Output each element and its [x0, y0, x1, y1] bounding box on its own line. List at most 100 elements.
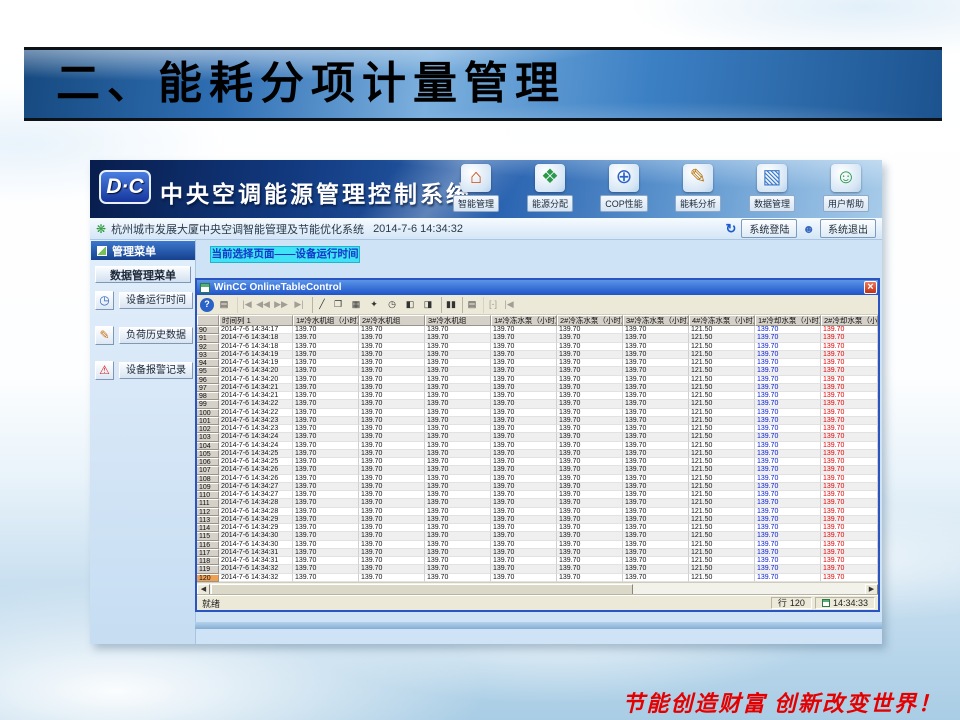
sidebar-submenu-button[interactable]: 数据管理菜单 — [95, 266, 191, 283]
row-number[interactable]: 118 — [197, 557, 219, 565]
column-header[interactable]: 2#冷水机组 — [359, 315, 425, 326]
table-row[interactable]: 922014-7-6 14:34:18139.70139.70139.70139… — [197, 343, 878, 351]
row-number[interactable]: 112 — [197, 508, 219, 516]
row-number[interactable]: 92 — [197, 343, 219, 351]
table-row[interactable]: 992014-7-6 14:34:22139.70139.70139.70139… — [197, 400, 878, 408]
help-icon[interactable]: ? — [200, 298, 214, 312]
row-number[interactable]: 93 — [197, 351, 219, 359]
column-header[interactable]: 3#冷冻水泵（小时） — [623, 315, 689, 326]
row-number[interactable]: 107 — [197, 466, 219, 474]
scrollbar-thumb[interactable] — [211, 584, 633, 595]
column-header[interactable]: 时间列 1 — [219, 315, 293, 326]
table-row[interactable]: 972014-7-6 14:34:21139.70139.70139.70139… — [197, 384, 878, 392]
row-number[interactable]: 94 — [197, 359, 219, 367]
table-row[interactable]: 1102014-7-6 14:34:27139.70139.70139.7013… — [197, 491, 878, 499]
close-icon[interactable]: × — [864, 281, 877, 294]
row-number[interactable]: 117 — [197, 549, 219, 557]
sidebar-item-device-alarm[interactable]: ⚠设备报警记录 — [95, 360, 193, 380]
copy-icon[interactable]: ❐ — [330, 297, 346, 313]
nav-item-能源分配[interactable]: ❖能源分配 — [520, 164, 580, 212]
table-row[interactable]: 1022014-7-6 14:34:23139.70139.70139.7013… — [197, 425, 878, 433]
row-number[interactable]: 104 — [197, 442, 219, 450]
row-number[interactable]: 110 — [197, 491, 219, 499]
table-row[interactable]: 952014-7-6 14:34:20139.70139.70139.70139… — [197, 367, 878, 375]
row-number[interactable]: 100 — [197, 409, 219, 417]
column-select-icon[interactable]: ▦ — [348, 297, 364, 313]
row-number[interactable]: 120 — [197, 574, 219, 582]
row-number[interactable]: 95 — [197, 367, 219, 375]
import-data-icon[interactable]: ◨ — [420, 297, 436, 313]
table-row[interactable]: 1062014-7-6 14:34:25139.70139.70139.7013… — [197, 458, 878, 466]
table-row[interactable]: 962014-7-6 14:34:20139.70139.70139.70139… — [197, 376, 878, 384]
nav-item-能耗分析[interactable]: ✎能耗分析 — [668, 164, 728, 212]
sidebar-item-load-history[interactable]: ✎负荷历史数据 — [95, 325, 193, 345]
window-titlebar[interactable]: WinCC OnlineTableControl × — [197, 280, 878, 295]
row-number[interactable]: 97 — [197, 384, 219, 392]
column-header[interactable]: 2#冷却水泵（小时） — [821, 315, 878, 326]
sidebar-item-device-runtime[interactable]: ◷设备运行时间 — [95, 290, 193, 310]
time-range-icon[interactable]: ◷ — [384, 297, 400, 313]
export-data-icon[interactable]: ◧ — [402, 297, 418, 313]
row-number[interactable]: 119 — [197, 565, 219, 573]
row-number[interactable]: 105 — [197, 450, 219, 458]
archive-icon[interactable]: ✦ — [366, 297, 382, 313]
table-row[interactable]: 1162014-7-6 14:34:30139.70139.70139.7013… — [197, 541, 878, 549]
row-number[interactable]: 103 — [197, 433, 219, 441]
login-button[interactable]: 系统登陆 — [741, 219, 797, 238]
table-row[interactable]: 1192014-7-6 14:34:32139.70139.70139.7013… — [197, 565, 878, 573]
table-row[interactable]: 932014-7-6 14:34:19139.70139.70139.70139… — [197, 351, 878, 359]
nav-item-智能管理[interactable]: ⌂智能管理 — [446, 164, 506, 212]
table-row[interactable]: 902014-7-6 14:34:17139.70139.70139.70139… — [197, 326, 878, 334]
row-number[interactable]: 111 — [197, 499, 219, 507]
logout-button[interactable]: 系统退出 — [820, 219, 876, 238]
row-number[interactable]: 98 — [197, 392, 219, 400]
row-number[interactable]: 101 — [197, 417, 219, 425]
row-number[interactable]: 96 — [197, 376, 219, 384]
row-number[interactable]: 116 — [197, 541, 219, 549]
table-row[interactable]: 982014-7-6 14:34:21139.70139.70139.70139… — [197, 392, 878, 400]
table-row[interactable]: 1142014-7-6 14:34:29139.70139.70139.7013… — [197, 524, 878, 532]
row-number[interactable]: 115 — [197, 532, 219, 540]
table-row[interactable]: 1182014-7-6 14:34:31139.70139.70139.7013… — [197, 557, 878, 565]
pause-icon[interactable]: ▮▮ — [441, 297, 457, 313]
row-number[interactable]: 109 — [197, 483, 219, 491]
table-row[interactable]: 1202014-7-6 14:34:32139.70139.70139.7013… — [197, 574, 878, 582]
column-header[interactable]: 3#冷水机组 — [425, 315, 491, 326]
table-row[interactable]: 1122014-7-6 14:34:28139.70139.70139.7013… — [197, 508, 878, 516]
column-header[interactable]: 2#冷冻水泵（小时） — [557, 315, 623, 326]
table-row[interactable]: 1012014-7-6 14:34:23139.70139.70139.7013… — [197, 417, 878, 425]
scroll-right-icon[interactable]: ▶ — [865, 584, 878, 595]
export-table-icon[interactable]: ▤ — [216, 297, 232, 313]
row-number[interactable]: 91 — [197, 334, 219, 342]
table-row[interactable]: 1072014-7-6 14:34:26139.70139.70139.7013… — [197, 466, 878, 474]
table-row[interactable]: 1152014-7-6 14:34:30139.70139.70139.7013… — [197, 532, 878, 540]
row-number[interactable]: 102 — [197, 425, 219, 433]
row-number[interactable]: 114 — [197, 524, 219, 532]
column-header[interactable]: 1#冷却水泵（小时） — [755, 315, 821, 326]
row-number[interactable]: 99 — [197, 400, 219, 408]
column-header[interactable]: 1#冷水机组（小时） — [293, 315, 359, 326]
table-row[interactable]: 1092014-7-6 14:34:27139.70139.70139.7013… — [197, 483, 878, 491]
row-number[interactable]: 106 — [197, 458, 219, 466]
table-row[interactable]: 1132014-7-6 14:34:29139.70139.70139.7013… — [197, 516, 878, 524]
table-row[interactable]: 1052014-7-6 14:34:25139.70139.70139.7013… — [197, 450, 878, 458]
column-header[interactable]: 1#冷冻水泵（小时） — [491, 315, 557, 326]
row-number[interactable]: 108 — [197, 475, 219, 483]
nav-item-用户帮助[interactable]: ☺用户帮助 — [816, 164, 876, 212]
print-icon[interactable]: ▤ — [462, 297, 478, 313]
row-number[interactable]: 90 — [197, 326, 219, 334]
nav-item-COP性能[interactable]: ⊕COP性能 — [594, 164, 654, 212]
table-row[interactable]: 1002014-7-6 14:34:22139.70139.70139.7013… — [197, 409, 878, 417]
table-row[interactable]: 912014-7-6 14:34:18139.70139.70139.70139… — [197, 334, 878, 342]
column-header[interactable]: 4#冷冻水泵（小时） — [689, 315, 755, 326]
edit-icon[interactable]: ╱ — [312, 297, 328, 313]
table-row[interactable]: 1032014-7-6 14:34:24139.70139.70139.7013… — [197, 433, 878, 441]
table-row[interactable]: 1112014-7-6 14:34:28139.70139.70139.7013… — [197, 499, 878, 507]
nav-item-数据管理[interactable]: ▧数据管理 — [742, 164, 802, 212]
scroll-left-icon[interactable]: ◀ — [197, 584, 210, 595]
table-row[interactable]: 1172014-7-6 14:34:31139.70139.70139.7013… — [197, 549, 878, 557]
row-number[interactable]: 113 — [197, 516, 219, 524]
table-row[interactable]: 942014-7-6 14:34:19139.70139.70139.70139… — [197, 359, 878, 367]
table-row[interactable]: 1042014-7-6 14:34:24139.70139.70139.7013… — [197, 442, 878, 450]
table-row[interactable]: 1082014-7-6 14:34:26139.70139.70139.7013… — [197, 475, 878, 483]
